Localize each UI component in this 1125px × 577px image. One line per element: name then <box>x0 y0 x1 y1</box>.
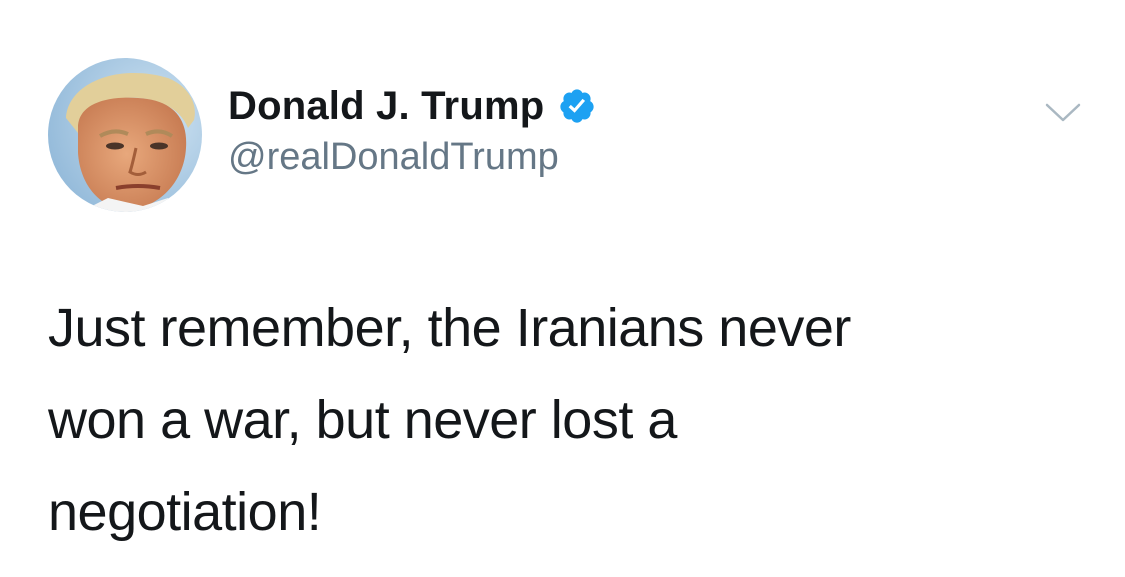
tweet-card: Donald J. Trump @realDonaldTrump Just re… <box>0 0 1125 577</box>
tweet-text: Just remember, the Iranians never won a … <box>48 282 1048 558</box>
author-handle[interactable]: @realDonaldTrump <box>228 136 559 179</box>
tweet-text-line: Just remember, the Iranians never <box>48 298 851 358</box>
chevron-down-icon[interactable] <box>1043 100 1083 126</box>
display-name[interactable]: Donald J. Trump <box>228 84 544 129</box>
tweet-text-line: won a war, but never lost a <box>48 390 677 450</box>
author-name-row[interactable]: Donald J. Trump <box>228 82 596 130</box>
avatar-image <box>48 58 202 212</box>
tweet-text-line: negotiation! <box>48 482 322 542</box>
verified-badge-icon <box>558 87 596 125</box>
avatar[interactable] <box>48 58 202 212</box>
